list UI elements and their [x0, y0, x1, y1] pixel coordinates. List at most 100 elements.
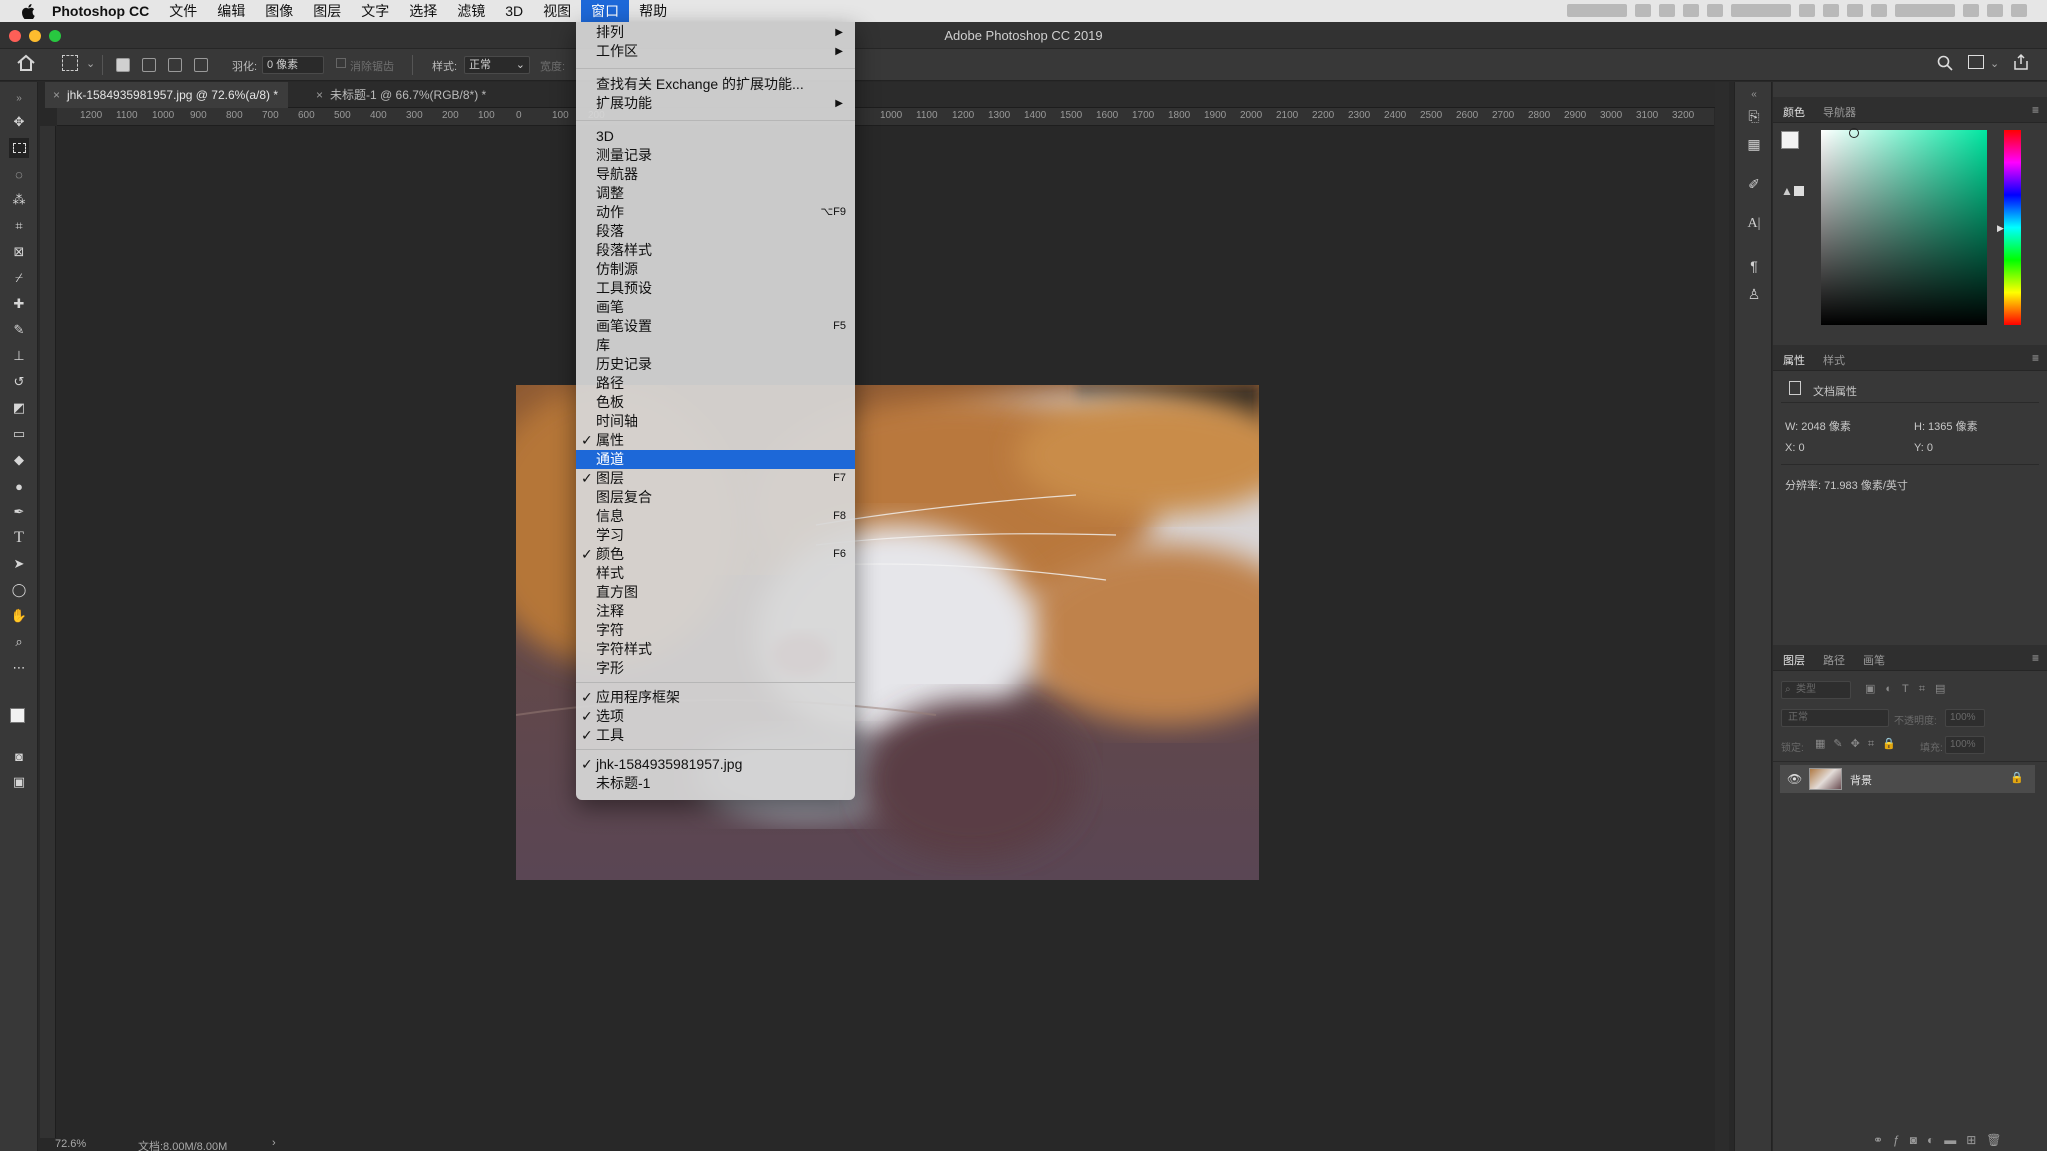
- marquee-preset-icon[interactable]: [62, 55, 78, 71]
- color-field[interactable]: [1821, 130, 1987, 325]
- menu-item-character-styles[interactable]: 字符样式: [576, 640, 855, 659]
- healing-brush-tool-icon[interactable]: ✚: [9, 294, 29, 314]
- zoom-tool-icon[interactable]: ⌕: [9, 632, 29, 652]
- tab-properties[interactable]: 属性: [1783, 352, 1805, 368]
- magic-wand-tool-icon[interactable]: ⁂: [9, 190, 29, 210]
- close-tab-icon[interactable]: ×: [53, 82, 60, 108]
- menu-item-history[interactable]: 历史记录: [576, 355, 855, 374]
- menu-select[interactable]: 选择: [399, 0, 447, 22]
- lasso-tool-icon[interactable]: ◌: [9, 164, 29, 184]
- menu-item-libraries[interactable]: 库: [576, 336, 855, 355]
- blend-mode-select[interactable]: 正常: [1781, 709, 1889, 727]
- workspace-icon[interactable]: [1968, 55, 1984, 69]
- quick-mask-icon[interactable]: ◙: [9, 746, 29, 766]
- status-icon[interactable]: [2011, 4, 2027, 17]
- brush-settings-panel-icon[interactable]: ✐: [1744, 174, 1764, 194]
- status-item-blurred[interactable]: [1567, 4, 1627, 17]
- rect-marquee-tool-icon[interactable]: [9, 138, 29, 158]
- chevron-down-icon[interactable]: ⌄: [86, 57, 95, 70]
- foreground-color-swatch[interactable]: [10, 708, 25, 723]
- collapse-icon[interactable]: »: [9, 88, 29, 108]
- chevron-right-icon[interactable]: ›: [272, 1137, 276, 1149]
- layer-filter-icons[interactable]: ▣◐T⌗▤: [1865, 682, 1955, 696]
- menu-item-3d[interactable]: 3D: [576, 127, 855, 146]
- share-icon[interactable]: [2012, 53, 2030, 74]
- menu-item-properties[interactable]: ✓ 属性: [576, 431, 855, 450]
- menu-item-info[interactable]: 信息 F8: [576, 507, 855, 526]
- menu-filter[interactable]: 滤镜: [447, 0, 495, 22]
- menu-item-find-exchange[interactable]: 查找有关 Exchange 的扩展功能...: [576, 75, 855, 94]
- fill-input[interactable]: 100%: [1945, 736, 1985, 754]
- frame-tool-icon[interactable]: ⊠: [9, 242, 29, 262]
- menu-item-extensions[interactable]: 扩展功能 ▶: [576, 94, 855, 113]
- menu-file[interactable]: 文件: [159, 0, 207, 22]
- clone-stamp-tool-icon[interactable]: ⊥: [9, 346, 29, 366]
- eraser-tool-icon[interactable]: ◩: [9, 398, 29, 418]
- pen-tool-icon[interactable]: ✒: [9, 502, 29, 522]
- hue-slider-handle[interactable]: ▶: [1997, 223, 2004, 234]
- menu-item-notes[interactable]: 注释: [576, 602, 855, 621]
- panel-menu-icon[interactable]: ≡: [2032, 103, 2039, 117]
- menu-item-learn[interactable]: 学习: [576, 526, 855, 545]
- menu-item-layers[interactable]: ✓ 图层 F7: [576, 469, 855, 488]
- status-item-blurred[interactable]: [1731, 4, 1791, 17]
- new-selection-button[interactable]: [116, 58, 130, 72]
- menu-item-adjustments[interactable]: 调整: [576, 184, 855, 203]
- tab-paths[interactable]: 路径: [1823, 652, 1845, 668]
- feather-input[interactable]: 0 像素: [262, 56, 324, 74]
- layers-footer-icons[interactable]: ⚭ƒ◙◐▬⊞🗑: [1873, 1133, 2012, 1147]
- subtract-selection-button[interactable]: [168, 58, 182, 72]
- menu-item-workspace[interactable]: 工作区 ▶: [576, 42, 855, 61]
- menu-item-histogram[interactable]: 直方图: [576, 583, 855, 602]
- type-tool-icon[interactable]: T: [9, 528, 29, 548]
- tab-styles[interactable]: 样式: [1823, 352, 1845, 368]
- history-panel-icon[interactable]: ⎘: [1744, 106, 1764, 126]
- apple-icon[interactable]: [18, 0, 38, 22]
- status-icon[interactable]: [1871, 4, 1887, 17]
- menu-image[interactable]: 图像: [255, 0, 303, 22]
- menu-type[interactable]: 文字: [351, 0, 399, 22]
- tab-brushes[interactable]: 画笔: [1863, 652, 1885, 668]
- status-icon[interactable]: [1635, 4, 1651, 17]
- menu-item-paths[interactable]: 路径: [576, 374, 855, 393]
- layer-filter-select[interactable]: ⌕ 类型: [1781, 681, 1851, 699]
- add-selection-button[interactable]: [142, 58, 156, 72]
- menu-item-tool-presets[interactable]: 工具预设: [576, 279, 855, 298]
- menu-view[interactable]: 视图: [533, 0, 581, 22]
- gradient-tool-icon[interactable]: ▭: [9, 424, 29, 444]
- menu-layer[interactable]: 图层: [303, 0, 351, 22]
- menu-item-options[interactable]: ✓ 选项: [576, 707, 855, 726]
- menu-item-character[interactable]: 字符: [576, 621, 855, 640]
- menu-item-arrange[interactable]: 排列 ▶: [576, 23, 855, 42]
- ellipse-tool-icon[interactable]: ◯: [9, 580, 29, 600]
- menu-item-glyphs[interactable]: 字形: [576, 659, 855, 678]
- menu-item-timeline[interactable]: 时间轴: [576, 412, 855, 431]
- menu-edit[interactable]: 编辑: [207, 0, 255, 22]
- menu-item-paragraph-styles[interactable]: 段落样式: [576, 241, 855, 260]
- menu-item-color[interactable]: ✓ 颜色 F6: [576, 545, 855, 564]
- menu-item-doc-untitled[interactable]: 未标题-1: [576, 774, 855, 793]
- move-tool-icon[interactable]: ✥: [9, 112, 29, 132]
- hue-slider[interactable]: [2004, 130, 2021, 325]
- search-icon[interactable]: [1936, 54, 1954, 75]
- panel-menu-icon[interactable]: ≡: [2032, 351, 2039, 365]
- menu-help[interactable]: 帮助: [629, 0, 677, 22]
- chevron-down-icon[interactable]: ⌄: [1990, 57, 1999, 70]
- menu-item-layer-comps[interactable]: 图层复合: [576, 488, 855, 507]
- menu-photoshop[interactable]: Photoshop CC: [38, 0, 159, 22]
- lock-icons[interactable]: ▦✎✥⌗🔒: [1815, 737, 1904, 751]
- menu-item-navigator[interactable]: 导航器: [576, 165, 855, 184]
- hand-tool-icon[interactable]: ✋: [9, 606, 29, 626]
- menu-item-doc-jhk[interactable]: ✓ jhk-1584935981957.jpg: [576, 755, 855, 774]
- path-selection-tool-icon[interactable]: ➤: [9, 554, 29, 574]
- menu-item-measurement-log[interactable]: 测量记录: [576, 146, 855, 165]
- tab-document-untitled[interactable]: × 未标题-1 @ 66.7%(RGB/8*) *: [308, 82, 496, 108]
- status-icon[interactable]: [1963, 4, 1979, 17]
- menu-item-clone-source[interactable]: 仿制源: [576, 260, 855, 279]
- swatches-panel-icon[interactable]: ▦: [1744, 134, 1764, 154]
- menu-window[interactable]: 窗口: [581, 0, 630, 22]
- panel-menu-icon[interactable]: ≡: [2032, 651, 2039, 665]
- menu-item-tools[interactable]: ✓ 工具: [576, 726, 855, 745]
- status-icon[interactable]: [1707, 4, 1723, 17]
- tab-navigator[interactable]: 导航器: [1823, 104, 1856, 120]
